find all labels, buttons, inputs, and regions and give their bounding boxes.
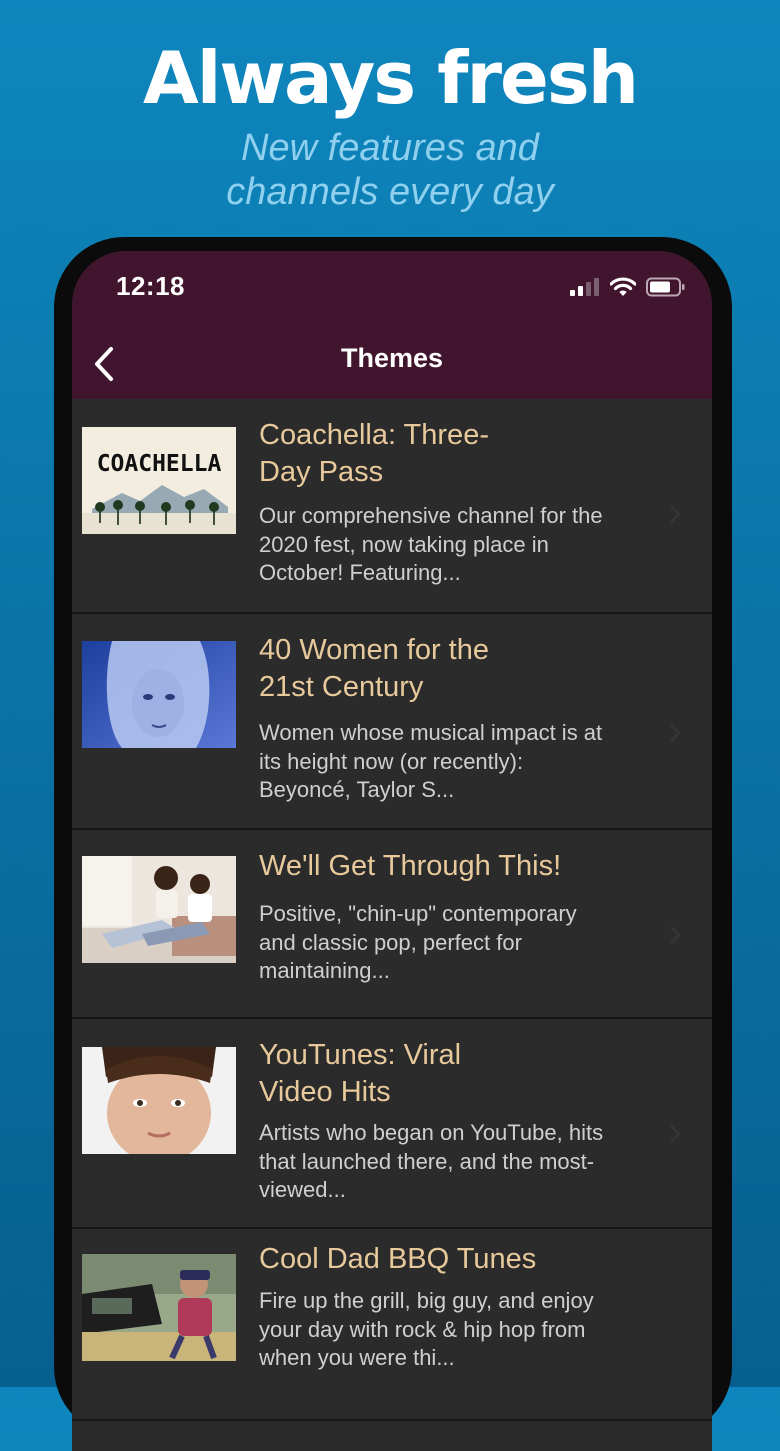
coachella-logo-text: COACHELLA	[97, 451, 222, 477]
theme-title: YouTunes: Viral Video Hits	[259, 1039, 462, 1108]
header: 12:18 Themes	[72, 251, 712, 399]
promo-title: Always fresh	[143, 36, 639, 120]
chevron-right-icon	[669, 1124, 682, 1144]
coachella-thumbnail: COACHELLA	[82, 427, 236, 534]
signal-icon	[570, 278, 599, 296]
chevron-right-icon	[669, 504, 682, 524]
theme-title: We'll Get Through This!	[259, 850, 562, 882]
themes-list: COACHELLA Coachella: Three- Day Pass Our…	[72, 399, 712, 1421]
theme-row-get-through[interactable]: We'll Get Through This! Positive, "chin-…	[72, 830, 712, 1019]
theme-description: Our comprehensive channel for the 2020 f…	[259, 503, 603, 585]
promo-subtitle: New features and channels every day	[226, 127, 554, 213]
theme-description: Artists who began on YouTube, hits that …	[259, 1120, 604, 1202]
page-title: Themes	[340, 343, 444, 373]
women-thumbnail	[82, 641, 236, 748]
status-time: 12:18	[116, 271, 185, 301]
theme-row-women[interactable]: 40 Women for the 21st Century Women whos…	[72, 614, 712, 830]
theme-description: Women whose musical impact is at its hei…	[259, 720, 603, 802]
wifi-icon	[610, 277, 636, 296]
theme-description: Positive, "chin-up" contemporary and cla…	[259, 901, 577, 983]
couple-thumbnail	[82, 856, 236, 963]
theme-row-youtunes[interactable]: YouTunes: Viral Video Hits Artists who b…	[72, 1019, 712, 1229]
battery-icon	[646, 277, 685, 297]
status-icons	[570, 273, 686, 301]
bbq-thumbnail	[82, 1254, 236, 1361]
phone-frame: 12:18 Themes COACHELLA Coachella: Three-…	[54, 237, 732, 1451]
chevron-right-icon	[669, 723, 682, 743]
theme-title: Cool Dad BBQ Tunes	[259, 1243, 537, 1275]
chevron-right-icon	[669, 925, 682, 945]
theme-description: Fire up the grill, big guy, and enjoy yo…	[259, 1288, 594, 1370]
theme-title: 40 Women for the 21st Century	[259, 634, 489, 703]
theme-title: Coachella: Three- Day Pass	[259, 419, 489, 488]
youtunes-thumbnail	[82, 1047, 236, 1154]
theme-row-cool-dad[interactable]: Cool Dad BBQ Tunes Fire up the grill, bi…	[72, 1229, 712, 1421]
app-screen: 12:18 Themes COACHELLA Coachella: Three-…	[72, 251, 712, 1451]
theme-row-coachella[interactable]: COACHELLA Coachella: Three- Day Pass Our…	[72, 399, 712, 614]
